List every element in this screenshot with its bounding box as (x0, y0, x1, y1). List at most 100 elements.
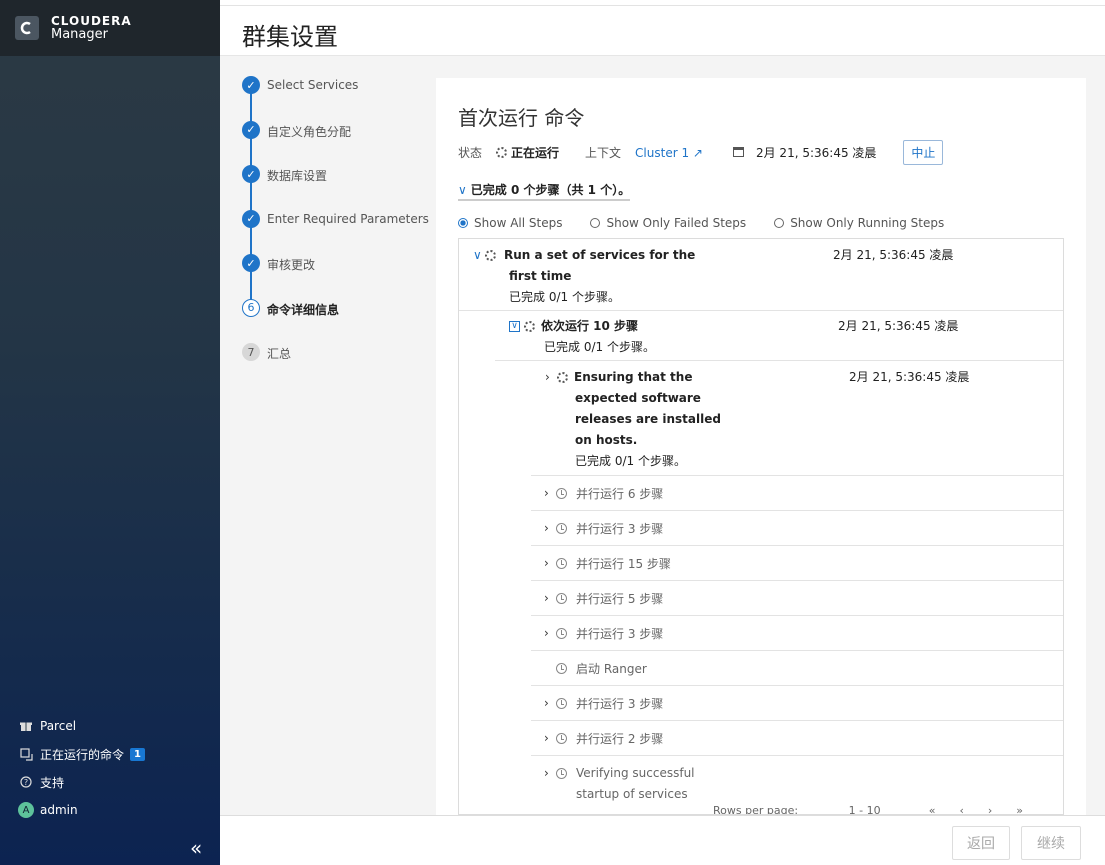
step-pending[interactable]: › 并行运行 5 步骤 (531, 580, 1063, 615)
wizard-step-role-assignment[interactable]: ✓ 自定义角色分配 (242, 120, 432, 166)
check-icon: ✓ (242, 120, 260, 139)
command-steps-tree: ∨ Run a set of services for the first tim… (458, 238, 1064, 815)
brand-sub: Manager (51, 27, 108, 42)
spinner-icon (524, 321, 535, 332)
commands-icon (18, 747, 34, 761)
avatar: A (18, 802, 34, 818)
page-header: 群集设置 (220, 6, 1105, 56)
radio-icon (590, 218, 601, 228)
cloudera-logo-icon (15, 16, 39, 40)
step-title: 依次运行 10 步骤 (541, 319, 639, 333)
wizard-step-command-details[interactable]: 6 命令详细信息 (242, 298, 432, 344)
wizard-step-label: 汇总 (267, 347, 292, 361)
chevron-right-icon[interactable]: › (544, 521, 554, 535)
spinner-icon (496, 147, 508, 158)
step-label: 启动 Ranger (576, 661, 647, 676)
abort-button[interactable]: 中止 (903, 140, 944, 165)
chevron-right-icon[interactable]: › (544, 591, 554, 605)
sidebar-item-label: Parcel (40, 719, 77, 733)
chevron-right-icon[interactable]: › (544, 626, 554, 640)
wizard-step-summary[interactable]: 7 汇总 (242, 343, 432, 388)
chevron-right-icon[interactable]: › (544, 486, 554, 500)
wizard-step-required-params[interactable]: ✓ Enter Required Parameters (242, 209, 432, 255)
check-icon: ✓ (242, 254, 260, 272)
collapse-sidebar-icon[interactable]: « (190, 836, 202, 860)
last-page-icon[interactable]: » (1016, 804, 1023, 814)
step-time: 2月 21, 5:36:45 凌晨 (849, 370, 970, 384)
context-link[interactable]: Cluster 1 ↗ (635, 146, 703, 160)
brand[interactable]: CLOUDERA Manager (0, 0, 220, 56)
sidebar: CLOUDERA Manager Parcel 正在运行的命令 1 ? 支持 A… (0, 0, 220, 865)
chevron-down-icon[interactable]: ∨ (473, 245, 485, 266)
wizard-step-database[interactable]: ✓ 数据库设置 (242, 165, 432, 210)
help-icon: ? (18, 776, 34, 788)
step-filters: Show All Steps Show Only Failed Steps Sh… (458, 216, 972, 230)
step-progress: 已完成 0/1 个步骤。 (509, 290, 620, 304)
svg-text:?: ? (24, 778, 28, 787)
step-title: on hosts. (575, 433, 638, 447)
chevron-right-icon[interactable]: › (544, 556, 554, 570)
chevron-right-icon[interactable]: › (544, 696, 554, 710)
clock-icon (556, 487, 567, 499)
filter-all-steps[interactable]: Show All Steps (458, 216, 562, 230)
filter-running-steps[interactable]: Show Only Running Steps (774, 216, 944, 230)
clock-icon (556, 522, 567, 534)
wizard-step-label: Select Services (267, 78, 359, 92)
collapse-toggle-icon[interactable]: ∨ (509, 321, 520, 332)
prev-page-icon[interactable]: ‹ (959, 804, 963, 814)
rows-per-page-select[interactable]: Rows per page: 25 ▾ (713, 804, 809, 814)
running-commands-badge: 1 (130, 747, 145, 761)
step-child[interactable]: ∨ 依次运行 10 步骤 已完成 0/1 个步骤。 2月 21, 5:36:45 … (509, 316, 1049, 358)
wizard-footer: 返回 继续 (220, 815, 1105, 865)
step-progress: 已完成 0/1 个步骤。 (575, 454, 686, 468)
step-pending[interactable]: › 并行运行 6 步骤 (531, 475, 1063, 510)
step-grandchild[interactable]: › Ensuring that the expected software rel… (545, 367, 1055, 472)
back-button[interactable]: 返回 (952, 826, 1010, 860)
step-pending[interactable]: › 并行运行 2 步骤 (531, 720, 1063, 755)
chevron-right-icon[interactable]: › (544, 731, 554, 745)
chevron-right-icon[interactable]: › (545, 367, 555, 388)
step-title: Ensuring that the (574, 370, 693, 384)
step-root[interactable]: ∨ Run a set of services for the first tim… (473, 245, 1053, 308)
step-pending[interactable]: › 并行运行 15 步骤 (531, 545, 1063, 580)
step-label: 并行运行 3 步骤 (576, 521, 664, 536)
check-icon: ✓ (242, 165, 260, 183)
wizard-step-select-services[interactable]: ✓ Select Services (242, 76, 432, 121)
filter-label: Show Only Failed Steps (606, 216, 747, 230)
step-label: 并行运行 2 步骤 (576, 731, 664, 746)
context-label: 上下文 (585, 146, 622, 160)
step-pending[interactable]: › 并行运行 3 步骤 (531, 685, 1063, 720)
wizard-step-review[interactable]: ✓ 审核更改 (242, 254, 432, 299)
filter-label: Show Only Running Steps (790, 216, 945, 230)
command-card: 首次运行 命令 状态 正在运行 上下文 Cluster 1 ↗ 2月 21, 5… (436, 78, 1086, 815)
step-title: releases are installed (575, 412, 721, 426)
sidebar-item-parcel[interactable]: Parcel (18, 712, 145, 740)
check-icon: ✓ (242, 209, 260, 228)
wizard-step-label: 审核更改 (267, 258, 316, 272)
sidebar-item-running-commands[interactable]: 正在运行的命令 1 (18, 740, 145, 768)
step-title: first time (509, 269, 572, 283)
step-label: Verifying successful startup of services (576, 766, 695, 801)
clock-icon (556, 557, 567, 569)
clock-icon (556, 697, 567, 709)
wizard-step-label: 命令详细信息 (267, 302, 340, 317)
command-meta: 状态 正在运行 上下文 Cluster 1 ↗ 2月 21, 5:36:45 凌… (458, 140, 944, 165)
chevron-down-icon: ∨ (458, 183, 467, 197)
step-pending[interactable]: › 并行运行 3 步骤 (531, 510, 1063, 545)
sidebar-item-support[interactable]: ? 支持 (18, 768, 145, 796)
sidebar-item-admin[interactable]: A admin (18, 796, 145, 824)
chevron-right-icon[interactable]: › (544, 763, 554, 784)
filter-failed-steps[interactable]: Show Only Failed Steps (590, 216, 746, 230)
first-page-icon[interactable]: « (929, 804, 936, 814)
steps-summary-toggle[interactable]: ∨ 已完成 0 个步骤（共 1 个）。 (458, 181, 631, 201)
command-title: 首次运行 命令 (458, 106, 585, 130)
next-page-icon[interactable]: › (988, 804, 992, 814)
page-title: 群集设置 (242, 23, 338, 51)
step-label: 并行运行 3 步骤 (576, 696, 664, 711)
radio-icon (774, 218, 785, 228)
step-pending[interactable]: › 并行运行 3 步骤 (531, 615, 1063, 650)
step-progress: 已完成 0/1 个步骤。 (544, 340, 655, 354)
continue-button[interactable]: 继续 (1021, 826, 1081, 860)
step-time: 2月 21, 5:36:45 凌晨 (833, 248, 954, 262)
brand-name: CLOUDERA (51, 14, 132, 28)
